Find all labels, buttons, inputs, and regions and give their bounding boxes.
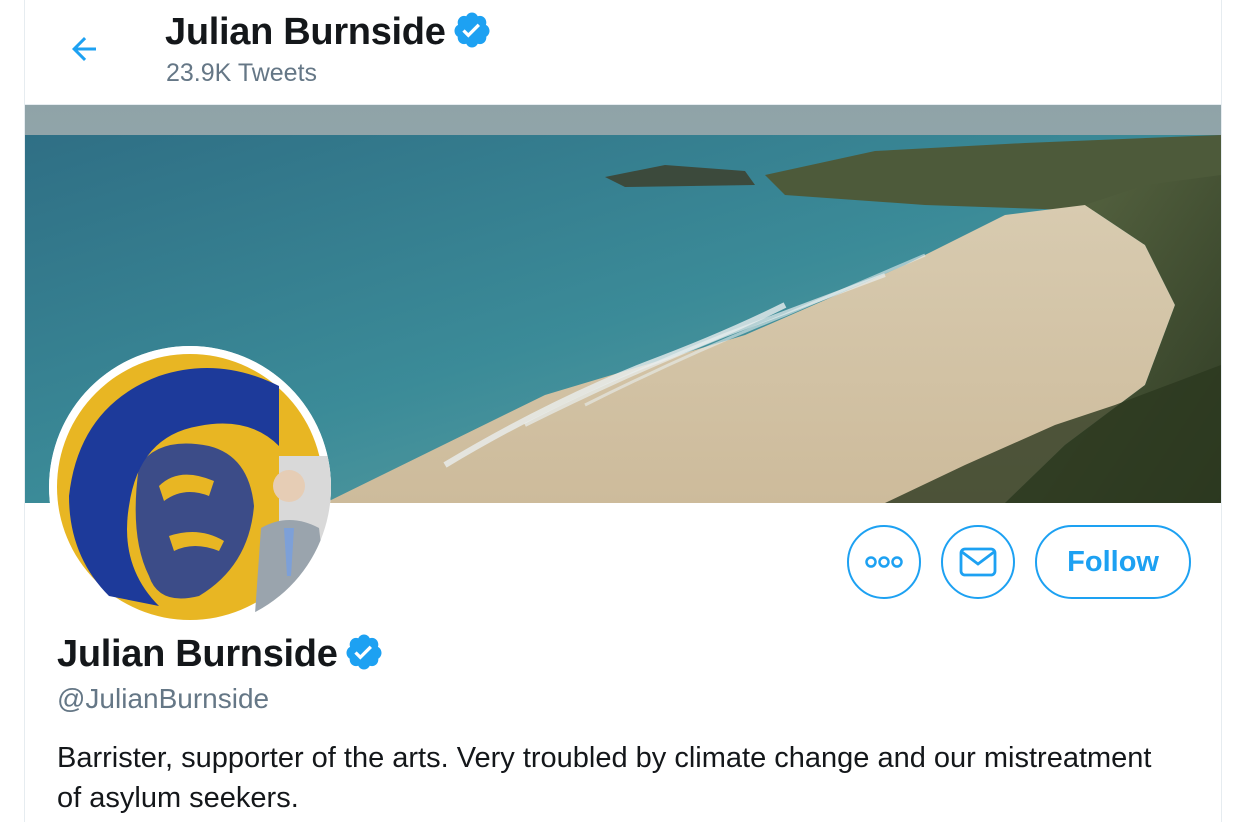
arrow-left-icon — [72, 37, 96, 61]
profile-header: Julian Burnside 23.9K Tweets — [25, 0, 1221, 105]
profile-name: Julian Burnside — [57, 633, 338, 675]
more-options-icon — [865, 556, 903, 568]
profile-bio: Barrister, supporter of the arts. Very t… — [57, 742, 1152, 814]
profile-column: Julian Burnside 23.9K Tweets Follow Juli… — [24, 0, 1222, 822]
more-options-button[interactable] — [847, 525, 922, 599]
profile-avatar[interactable] — [49, 346, 331, 628]
back-button[interactable] — [61, 26, 107, 72]
tweet-count: 23.9K Tweets — [166, 59, 318, 87]
envelope-icon — [959, 547, 997, 577]
avatar-photo — [49, 346, 331, 628]
header-name: Julian Burnside — [165, 11, 446, 53]
profile-actions: Follow — [847, 525, 1191, 599]
verified-badge-icon — [452, 10, 492, 55]
profile-handle: @JulianBurnside — [57, 683, 270, 714]
verified-badge-icon — [344, 632, 384, 677]
header-title: Julian Burnside — [165, 10, 492, 55]
follow-button[interactable]: Follow — [1035, 525, 1191, 599]
profile-name-row: Julian Burnside — [57, 632, 384, 677]
message-button[interactable] — [941, 525, 1016, 599]
